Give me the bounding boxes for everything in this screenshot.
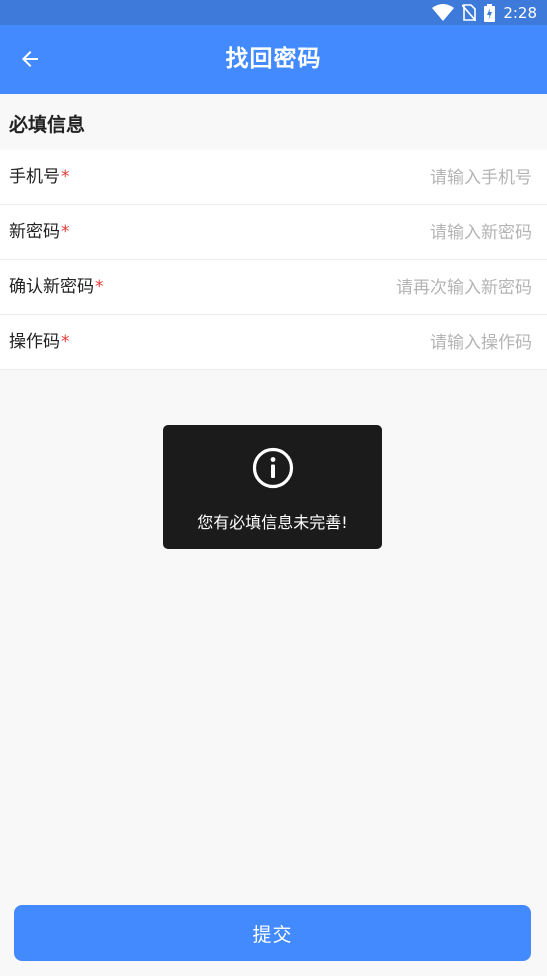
phone-row: 手机号* xyxy=(0,150,547,205)
battery-charging-icon xyxy=(484,3,496,22)
required-info-form: 手机号* 新密码* 确认新密码* 操作码* xyxy=(0,150,547,370)
required-mark: * xyxy=(95,277,104,297)
submit-button[interactable]: 提交 xyxy=(14,905,531,961)
section-title: 必填信息 xyxy=(9,114,86,136)
toast-message: 您有必填信息未完善! xyxy=(197,513,348,532)
phone-label: 手机号* xyxy=(9,167,70,187)
page-title: 找回密码 xyxy=(225,46,322,72)
confirm-password-row: 确认新密码* xyxy=(0,260,547,315)
required-mark: * xyxy=(61,222,70,242)
status-time: 2:28 xyxy=(503,3,537,22)
required-mark: * xyxy=(61,332,70,352)
operation-code-row: 操作码* xyxy=(0,315,547,370)
confirm-password-label: 确认新密码* xyxy=(9,277,104,297)
required-mark: * xyxy=(61,167,70,187)
app-bar: 找回密码 xyxy=(0,25,547,94)
toast: 您有必填信息未完善! xyxy=(163,425,382,549)
confirm-password-input[interactable] xyxy=(230,270,534,306)
new-password-row: 新密码* xyxy=(0,205,547,260)
arrow-left-icon xyxy=(22,51,38,67)
operation-code-input[interactable] xyxy=(230,325,534,361)
back-button[interactable] xyxy=(10,39,50,79)
info-icon xyxy=(252,447,294,489)
new-password-label: 新密码* xyxy=(9,222,70,242)
phone-input[interactable] xyxy=(230,160,534,196)
status-bar: 2:28 xyxy=(0,0,547,25)
operation-code-label: 操作码* xyxy=(9,332,70,352)
new-password-input[interactable] xyxy=(230,215,534,251)
no-sim-icon xyxy=(462,4,477,21)
wifi-icon xyxy=(432,4,455,21)
